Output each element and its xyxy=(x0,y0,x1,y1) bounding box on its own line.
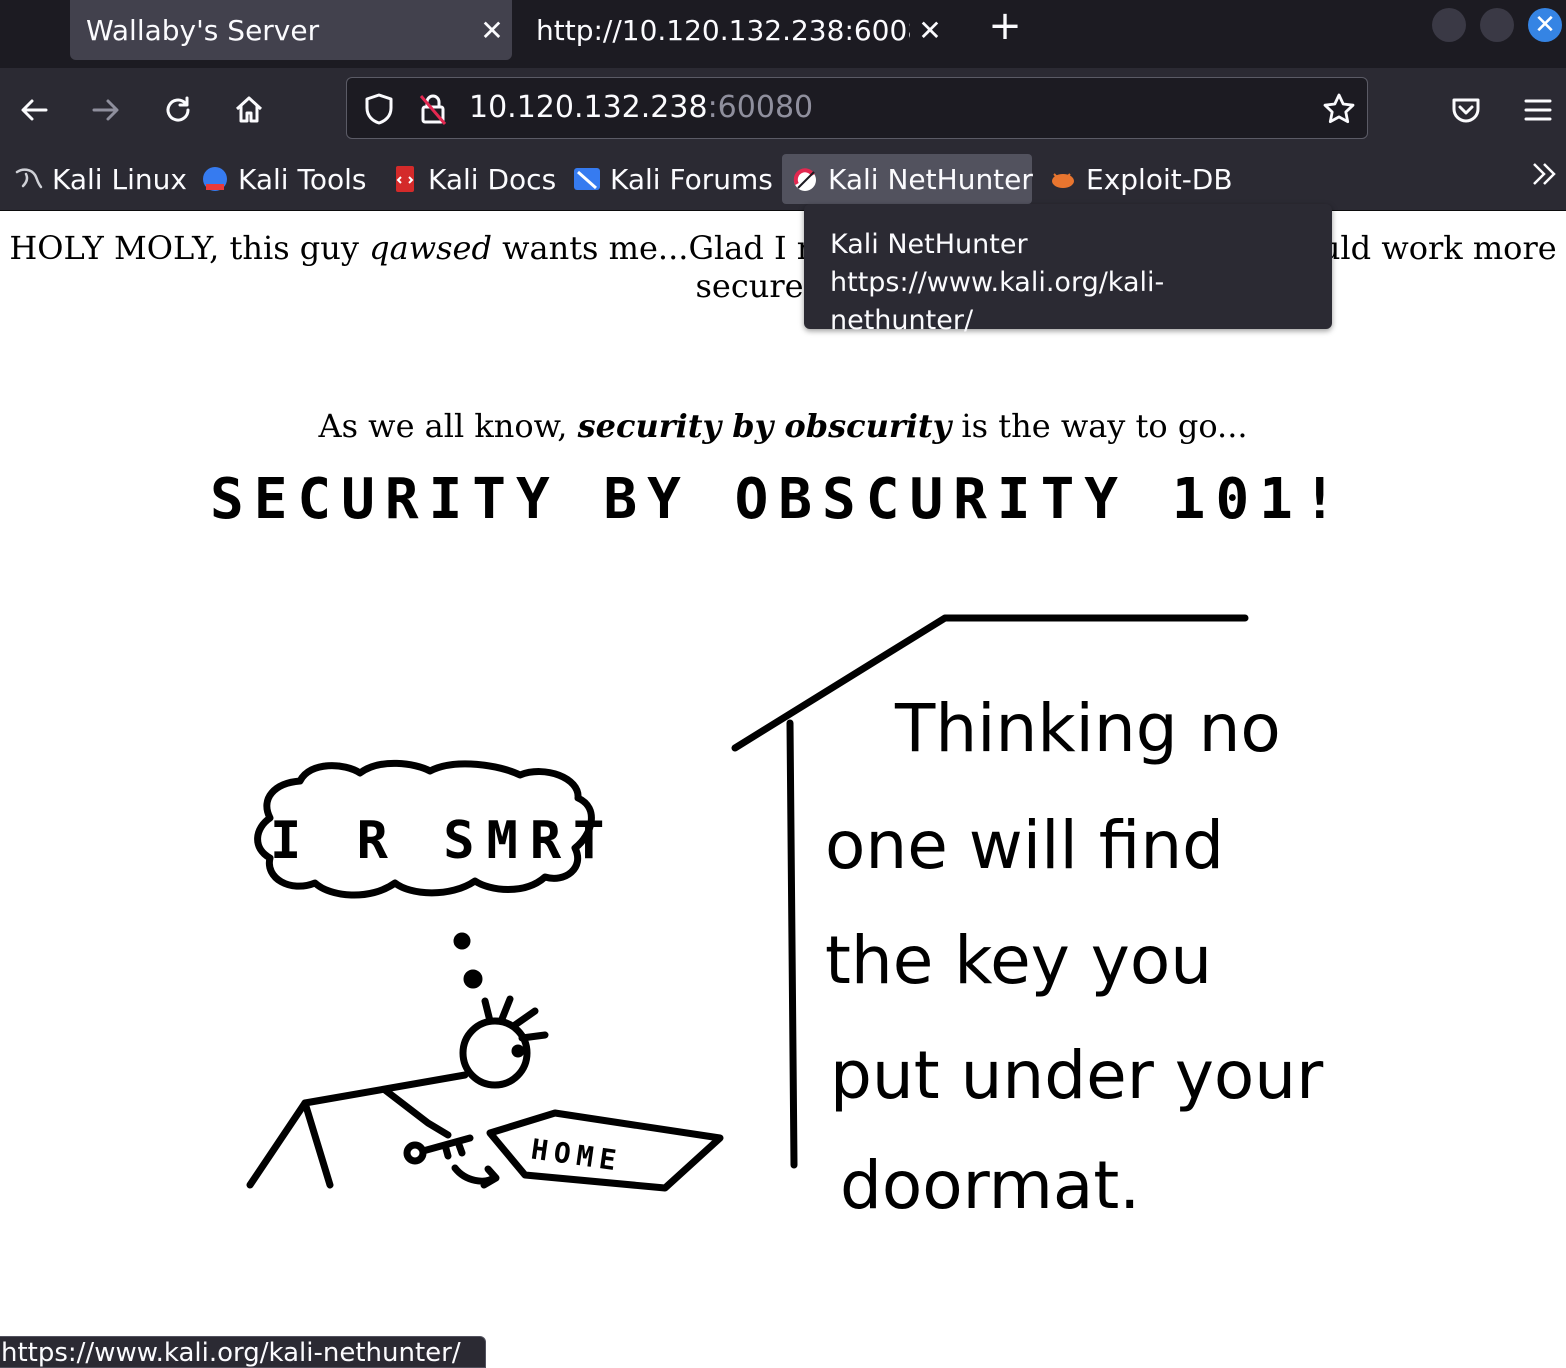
insecure-lock-icon[interactable] xyxy=(417,92,449,130)
obscurity-emphasis: security by obscurity xyxy=(577,407,952,445)
url-host: 10.120.132.238 xyxy=(469,90,708,125)
doormat-text: HOME xyxy=(529,1132,624,1177)
obscurity-text-rest: is the way to go... xyxy=(951,407,1248,445)
close-tab-icon[interactable]: ✕ xyxy=(472,14,512,47)
bookmark-tooltip: Kali NetHunter https://www.kali.org/kali… xyxy=(804,204,1332,336)
new-tab-icon[interactable]: + xyxy=(985,4,1025,48)
tab-title: Wallaby's Server xyxy=(86,13,320,47)
tab-title: http://10.120.132.238:60080/ xyxy=(536,13,910,47)
url-port: :60080 xyxy=(707,90,814,125)
caption-line: Thinking no xyxy=(894,690,1281,767)
kali-nethunter-icon xyxy=(790,164,820,194)
tracking-protection-shield-icon[interactable] xyxy=(363,92,395,130)
minimize-button[interactable] xyxy=(1432,8,1466,42)
bookmark-kali-docs[interactable]: Kali Docs xyxy=(382,154,564,204)
bookmark-kali-tools[interactable]: Kali Tools xyxy=(192,154,374,204)
bookmark-kali-forums[interactable]: Kali Forums xyxy=(564,154,781,204)
bookmark-label: Kali Tools xyxy=(238,162,367,196)
tooltip-url: https://www.kali.org/kali-nethunter/ xyxy=(830,267,1165,336)
bookmark-label: Kali Docs xyxy=(428,162,557,196)
back-icon[interactable] xyxy=(12,88,56,132)
home-icon[interactable] xyxy=(227,88,271,132)
bubble-text: I R SMRT xyxy=(270,811,616,871)
page-content: HOLY MOLY, this guy qawsed wants me...Gl… xyxy=(0,211,1566,1360)
caption-line: put under your xyxy=(830,1037,1324,1114)
bookmark-label: Kali NetHunter xyxy=(828,162,1033,196)
more-bookmarks-chevron-icon[interactable] xyxy=(1530,160,1558,196)
tooltip-title: Kali NetHunter xyxy=(830,229,1028,260)
pocket-icon[interactable] xyxy=(1444,88,1488,132)
obscurity-text: As we all know, xyxy=(318,407,578,445)
bookmark-exploit-db[interactable]: Exploit-DB xyxy=(1040,154,1241,204)
intro-text: HOLY MOLY, this guy xyxy=(9,229,370,267)
bookmark-label: Exploit-DB xyxy=(1086,162,1233,196)
kali-tools-icon xyxy=(200,164,230,194)
caption-line: doormat. xyxy=(840,1147,1140,1223)
bookmarks-toolbar: Kali Linux Kali Tools Kali Docs Kali For… xyxy=(0,150,1566,211)
comic-title: SECURITY BY OBSCURITY 101! xyxy=(210,467,1347,532)
window-close-button[interactable]: ✕ xyxy=(1528,8,1562,42)
kali-dragon-icon xyxy=(14,164,44,194)
tab-strip: Wallaby's Server ✕ http://10.120.132.238… xyxy=(0,0,1566,68)
hamburger-menu-icon[interactable] xyxy=(1516,88,1560,132)
navigation-toolbar: 10.120.132.238:60080 xyxy=(0,68,1566,150)
obscurity-paragraph: As we all know, security by obscurity is… xyxy=(0,407,1566,445)
bookmark-kali-nethunter[interactable]: Kali NetHunter xyxy=(782,154,1033,204)
caption-line: the key you xyxy=(825,922,1212,999)
tab-url[interactable]: http://10.120.132.238:60080/ ✕ xyxy=(520,0,950,60)
tab-wallabys-server[interactable]: Wallaby's Server ✕ xyxy=(70,0,512,60)
maximize-button[interactable] xyxy=(1480,8,1514,42)
caption-line: one will find xyxy=(825,807,1224,884)
close-tab-icon[interactable]: ✕ xyxy=(910,14,950,47)
bookmark-kali-linux[interactable]: Kali Linux xyxy=(6,154,195,204)
bookmark-label: Kali Forums xyxy=(610,162,773,196)
kali-docs-icon xyxy=(390,164,420,194)
forward-icon[interactable] xyxy=(84,88,128,132)
link-status-bar: https://www.kali.org/kali-nethunter/ xyxy=(0,1336,486,1368)
exploit-db-icon xyxy=(1048,164,1078,194)
reload-icon[interactable] xyxy=(156,88,200,132)
bookmark-star-icon[interactable] xyxy=(1322,92,1356,130)
kali-forums-icon xyxy=(572,164,602,194)
address-bar[interactable]: 10.120.132.238:60080 xyxy=(346,77,1368,139)
bookmark-label: Kali Linux xyxy=(52,162,187,196)
security-comic-image: SECURITY BY OBSCURITY 101! I R SMRT HOME… xyxy=(210,467,1347,1223)
url-text[interactable]: 10.120.132.238:60080 xyxy=(469,90,813,125)
username-emphasis: qawsed xyxy=(369,229,492,267)
